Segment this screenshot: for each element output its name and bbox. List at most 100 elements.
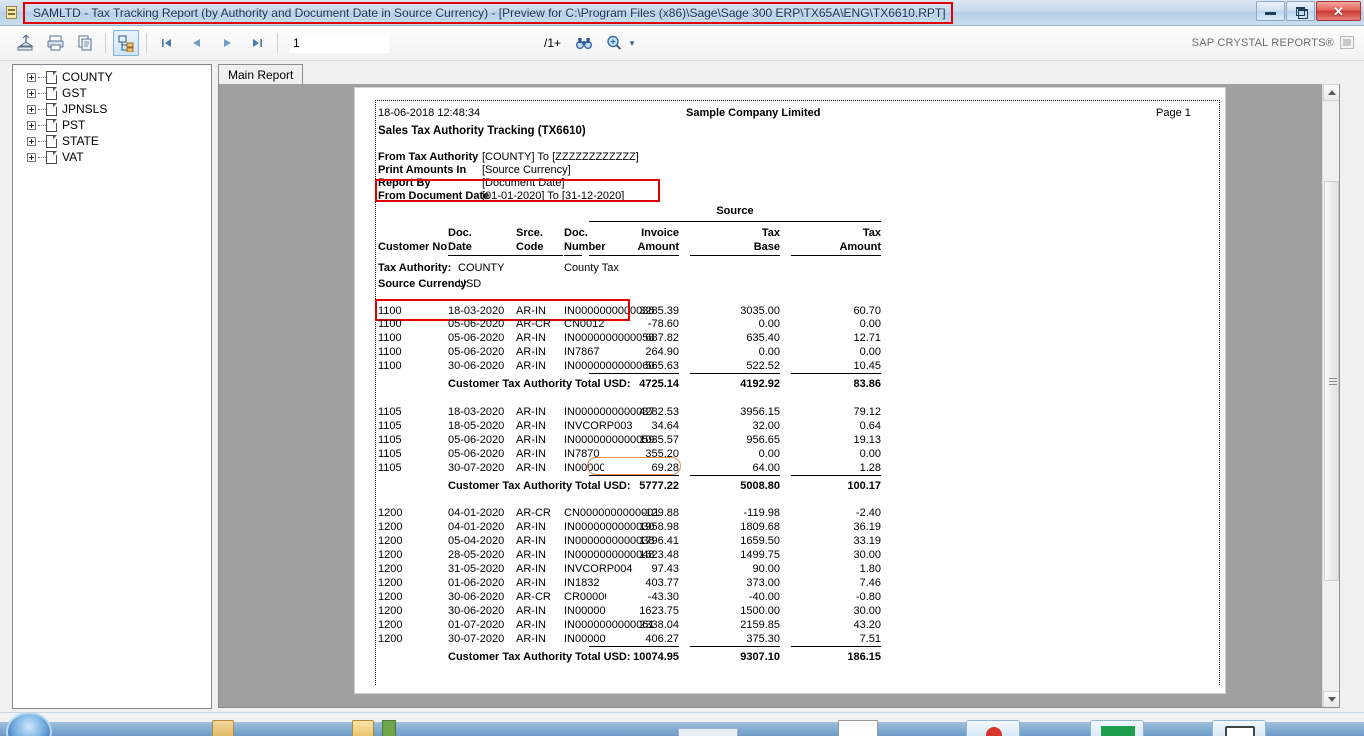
group-total-tax: 83.86 — [853, 378, 881, 390]
cell-date: 05-06-2020 — [448, 318, 505, 330]
tree-item-label: STATE — [62, 134, 99, 148]
param-label-from-tax-authority: From Tax Authority — [378, 151, 479, 163]
group-total-invoice: 5777.22 — [639, 480, 679, 492]
report-title: Sales Tax Authority Tracking (TX6610) — [378, 125, 586, 137]
document-icon — [46, 102, 57, 116]
cell-customer: 1105 — [378, 448, 402, 460]
cell-customer: 1100 — [378, 346, 402, 358]
start-button[interactable] — [6, 713, 52, 736]
taskbar-folder-icon[interactable] — [352, 720, 374, 736]
scrollbar-thumb[interactable] — [1324, 181, 1339, 581]
cell-tax: 36.19 — [853, 521, 881, 533]
tree-item-county[interactable]: COUNTY — [17, 69, 211, 85]
taskbar-window-button[interactable] — [678, 728, 738, 736]
group-total-base: 4192.92 — [740, 378, 780, 390]
restore-button[interactable] — [1286, 1, 1315, 21]
cell-base: -40.00 — [748, 591, 780, 603]
go-to-next-page-button[interactable] — [214, 30, 240, 56]
expand-icon[interactable] — [27, 72, 36, 82]
cell-customer: 1100 — [378, 360, 402, 372]
zoom-dropdown-button[interactable]: ▾ — [625, 30, 639, 56]
cell-tax: 43.20 — [853, 619, 881, 631]
zoom-magnifier-icon — [607, 35, 622, 50]
zoom-button[interactable] — [601, 30, 627, 56]
document-date-highlight-box — [375, 179, 660, 202]
toolbar-separator — [105, 33, 106, 53]
group-total-rule — [690, 646, 780, 647]
go-to-first-page-button[interactable] — [154, 30, 180, 56]
cell-tax: 30.00 — [853, 549, 881, 561]
cell-srce: AR-IN — [516, 577, 546, 589]
cell-srce: AR-CR — [516, 507, 551, 519]
cell-invoice: 97.43 — [651, 563, 679, 575]
tree-item-pst[interactable]: PST — [17, 117, 211, 133]
cell-date: 18-05-2020 — [448, 420, 505, 432]
cell-tax: 1.28 — [859, 462, 881, 474]
report-page-label: Page 1 — [1156, 107, 1191, 119]
go-to-previous-page-button[interactable] — [184, 30, 210, 56]
taskbar-window-opera[interactable] — [966, 720, 1020, 736]
cell-tax: 19.13 — [853, 434, 881, 446]
tree-item-vat[interactable]: VAT — [17, 149, 211, 165]
col-header-tax-base-1: Tax — [761, 227, 780, 239]
expand-icon[interactable] — [27, 136, 36, 146]
windows-taskbar — [0, 712, 1364, 736]
cell-customer: 1200 — [378, 577, 403, 589]
cell-base: 522.52 — [746, 360, 780, 372]
minimize-button[interactable] — [1256, 1, 1285, 21]
col-rule-invoice — [589, 255, 679, 256]
taskbar-explorer-icon[interactable] — [212, 720, 234, 736]
group-total-rule — [791, 475, 881, 476]
tree-item-state[interactable]: STATE — [17, 133, 211, 149]
scroll-down-button[interactable] — [1323, 691, 1339, 707]
taskbar-app-icon[interactable] — [382, 720, 396, 736]
expand-icon[interactable] — [27, 152, 36, 162]
export-report-button[interactable] — [12, 30, 38, 56]
cell-date: 05-06-2020 — [448, 434, 505, 446]
cell-invoice: 406.27 — [645, 633, 679, 645]
col-header-doc: Doc. — [448, 227, 472, 239]
tree-item-jpnsls[interactable]: JPNSLS — [17, 101, 211, 117]
go-to-last-page-button[interactable] — [244, 30, 270, 56]
toggle-group-tree-button[interactable] — [113, 30, 139, 56]
group-total-rule — [690, 373, 780, 374]
cell-tax: 0.64 — [859, 420, 881, 432]
toolbar-separator — [277, 33, 278, 53]
group-total-rule — [589, 646, 679, 647]
cell-date: 31-05-2020 — [448, 563, 505, 575]
print-report-icon — [47, 35, 63, 51]
page-number-input[interactable]: 1 — [289, 33, 389, 53]
taskbar-window-crystal[interactable] — [1212, 720, 1266, 736]
scroll-up-button[interactable] — [1323, 84, 1339, 101]
taskbar-document-icon[interactable] — [838, 720, 878, 736]
find-button[interactable] — [571, 30, 597, 56]
cell-date: 30-07-2020 — [448, 633, 505, 645]
crystal-reports-brand-label: SAP CRYSTAL REPORTS® — [1191, 37, 1334, 49]
cell-base: 1499.75 — [740, 549, 780, 561]
col-header-base: Base — [753, 241, 780, 253]
cell-date: 05-06-2020 — [448, 448, 505, 460]
col-rule-doc — [564, 255, 582, 256]
cell-invoice: 2338.04 — [639, 619, 679, 631]
copy-button[interactable] — [72, 30, 98, 56]
cell-base: 0.00 — [758, 448, 780, 460]
report-page-content: 18-06-2018 12:48:34 Sample Company Limit… — [375, 100, 1220, 685]
toolbar-separator — [146, 33, 147, 53]
cell-invoice: -43.30 — [647, 591, 679, 603]
minimize-icon — [1265, 12, 1276, 15]
group-total-base: 5008.80 — [740, 480, 780, 492]
taskbar-window-excel[interactable] — [1090, 720, 1144, 736]
close-button[interactable]: ✕ — [1316, 1, 1361, 21]
invoice-amount-highlight-box — [587, 457, 681, 475]
expand-icon[interactable] — [27, 104, 36, 114]
print-report-button[interactable] — [42, 30, 68, 56]
tax-authority-name: County Tax — [564, 262, 619, 274]
tree-item-gst[interactable]: GST — [17, 85, 211, 101]
preview-vertical-scrollbar[interactable] — [1322, 84, 1339, 707]
expand-icon[interactable] — [27, 88, 36, 98]
tab-main-report[interactable]: Main Report — [218, 64, 304, 84]
cell-srce: AR-IN — [516, 406, 546, 418]
expand-icon[interactable] — [27, 120, 36, 130]
cell-base: 64.00 — [752, 462, 780, 474]
cell-srce: AR-IN — [516, 448, 546, 460]
